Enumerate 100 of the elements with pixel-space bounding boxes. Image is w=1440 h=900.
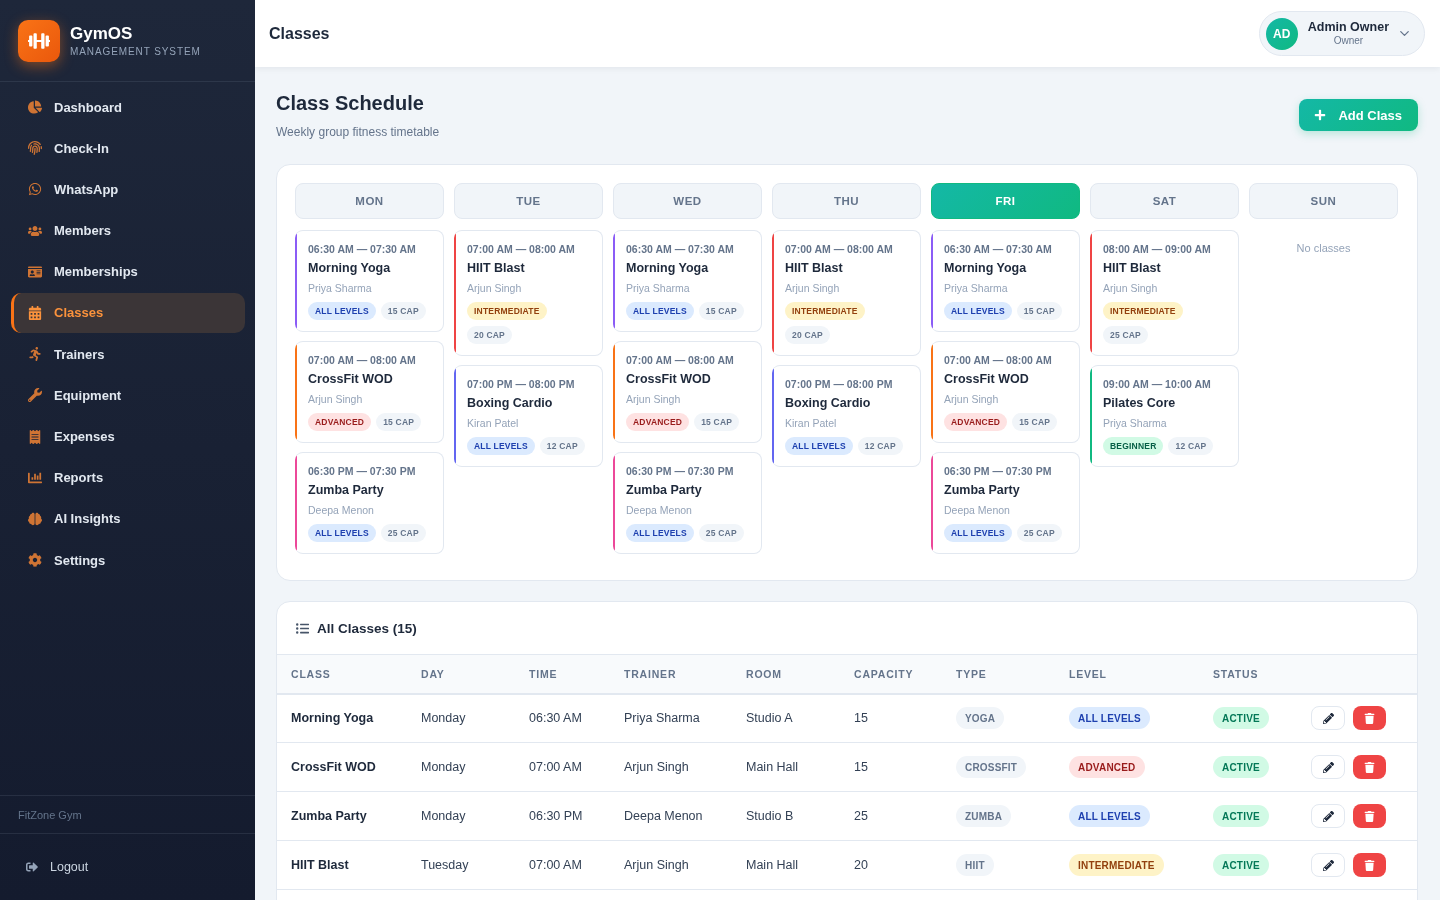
user-menu[interactable]: AD Admin Owner Owner xyxy=(1258,11,1425,56)
trainer-name: Priya Sharma xyxy=(308,281,372,295)
level-badge: ALL LEVELS xyxy=(626,302,694,320)
status-badge: ACTIVE xyxy=(1213,756,1269,778)
day-tab[interactable]: WED xyxy=(613,183,762,219)
class-name: HIIT Blast xyxy=(785,260,843,276)
gym-name: FitZone Gym xyxy=(18,808,82,821)
class-name: Pilates Core xyxy=(1103,395,1176,411)
capacity-badge: 15 CAP xyxy=(1012,413,1058,431)
day-tab[interactable]: THU xyxy=(772,183,921,219)
sidebar-item[interactable]: WhatsApp xyxy=(11,169,245,210)
people-icon xyxy=(28,223,42,238)
class-time: 06:30 PM — 07:30 PM xyxy=(944,464,1052,478)
page-subtitle: Weekly group fitness timetable xyxy=(276,125,440,140)
user-name: Admin Owner xyxy=(1307,20,1389,35)
table-cell: HIIT Blast xyxy=(277,840,421,890)
sidebar-item[interactable]: Members xyxy=(11,210,245,251)
table-cell: Priya Sharma xyxy=(624,693,746,743)
column-header: TRAINER xyxy=(624,654,746,694)
edit-button[interactable] xyxy=(1311,853,1345,877)
sidebar-item[interactable]: Equipment xyxy=(11,375,245,416)
sidebar-item[interactable]: AI Insights xyxy=(11,498,245,539)
edit-button[interactable] xyxy=(1311,755,1345,779)
trainer-name: Priya Sharma xyxy=(944,281,1008,295)
table-cell: Main Hall xyxy=(746,742,854,792)
level-badge: ALL LEVELS xyxy=(308,524,376,542)
table-cell: Studio B xyxy=(746,791,854,841)
trash-icon xyxy=(1364,761,1375,773)
column-header: CAPACITY xyxy=(854,654,956,694)
column-header: DAY xyxy=(421,654,529,694)
table-cell: Morning Yoga xyxy=(277,693,421,743)
capacity-badge: 15 CAP xyxy=(698,302,744,320)
level-badge: ALL LEVELS xyxy=(944,524,1012,542)
sidebar-item[interactable]: Expenses xyxy=(11,416,245,457)
status-badge: ACTIVE xyxy=(1213,707,1269,730)
day-tab[interactable]: SAT xyxy=(1090,183,1239,219)
level-badge: ADVANCED xyxy=(944,413,1008,431)
delete-button[interactable] xyxy=(1353,853,1386,877)
day-tab[interactable]: TUE xyxy=(454,183,603,219)
class-name: Boxing Cardio xyxy=(785,395,871,411)
table-title: All Classes (15) xyxy=(317,620,417,636)
trainer-name: Arjun Singh xyxy=(1103,281,1158,295)
delete-button[interactable] xyxy=(1353,706,1386,731)
level-badge: ALL LEVELS xyxy=(1069,805,1150,827)
class-time: 07:00 AM — 08:00 AM xyxy=(785,242,893,256)
class-name: CrossFit WOD xyxy=(626,371,711,387)
sidebar-item[interactable]: Memberships xyxy=(11,251,245,292)
class-name: HIIT Blast xyxy=(1103,260,1161,276)
brand-tagline: MANAGEMENT SYSTEM xyxy=(70,45,201,58)
edit-button[interactable] xyxy=(1311,804,1345,828)
empty-day-text: No classes xyxy=(1296,242,1351,254)
class-name: Morning Yoga xyxy=(944,260,1027,276)
delete-button[interactable] xyxy=(1353,804,1386,828)
header-title: Classes xyxy=(269,24,330,43)
calendar-icon xyxy=(28,305,42,320)
sidebar-item[interactable]: Classes xyxy=(11,292,245,333)
table-cell: 15 xyxy=(854,693,956,743)
trainer-name: Arjun Singh xyxy=(944,392,999,406)
capacity-badge: 20 CAP xyxy=(785,326,830,344)
edit-button[interactable] xyxy=(1311,706,1345,731)
column-header: TIME xyxy=(529,654,624,694)
pencil-icon xyxy=(1322,859,1334,871)
column-header: ROOM xyxy=(746,654,854,694)
trainer-name: Arjun Singh xyxy=(785,281,840,295)
level-badge: ALL LEVELS xyxy=(944,302,1012,320)
capacity-badge: 25 CAP xyxy=(1103,326,1148,344)
list-icon xyxy=(296,621,309,635)
trainer-name: Deepa Menon xyxy=(626,503,692,517)
table-cell: 07:00 AM xyxy=(529,742,624,792)
class-name: Morning Yoga xyxy=(626,260,709,276)
class-name: Zumba Party xyxy=(944,482,1020,498)
day-tab[interactable]: SUN xyxy=(1249,183,1398,219)
level-badge: ADVANCED xyxy=(626,413,690,431)
delete-button[interactable] xyxy=(1353,755,1386,779)
capacity-badge: 25 CAP xyxy=(698,524,744,542)
capacity-badge: 15 CAP xyxy=(376,413,422,431)
day-tab[interactable]: MON xyxy=(295,183,444,219)
trainer-name: Kiran Patel xyxy=(467,416,519,430)
sidebar-item[interactable]: Dashboard xyxy=(11,87,245,127)
trainer-name: Arjun Singh xyxy=(467,281,522,295)
level-badge: ALL LEVELS xyxy=(1069,707,1150,730)
trainer-name: Priya Sharma xyxy=(626,281,690,295)
trainer-name: Deepa Menon xyxy=(308,503,374,517)
dumbbell-logo-icon xyxy=(18,19,60,62)
column-header: TYPE xyxy=(956,654,1069,694)
table-cell: 06:30 AM xyxy=(529,693,624,743)
level-badge: INTERMEDIATE xyxy=(1103,302,1183,320)
sidebar-item[interactable]: Settings xyxy=(11,540,245,581)
class-name: CrossFit WOD xyxy=(944,371,1029,387)
table-cell: Zumba Party xyxy=(277,791,421,841)
sidebar-item[interactable]: Check-In xyxy=(11,128,245,169)
sidebar-item[interactable]: Trainers xyxy=(11,334,245,375)
table-cell: 25 xyxy=(854,791,956,841)
level-badge: INTERMEDIATE xyxy=(1069,854,1164,876)
column-header: STATUS xyxy=(1213,654,1311,694)
table-cell: 15 xyxy=(854,742,956,792)
logout-link[interactable]: Logout xyxy=(26,860,89,874)
table-cell: Monday xyxy=(421,693,529,743)
sidebar-item[interactable]: Reports xyxy=(11,457,245,498)
trainer-name: Deepa Menon xyxy=(944,503,1010,517)
